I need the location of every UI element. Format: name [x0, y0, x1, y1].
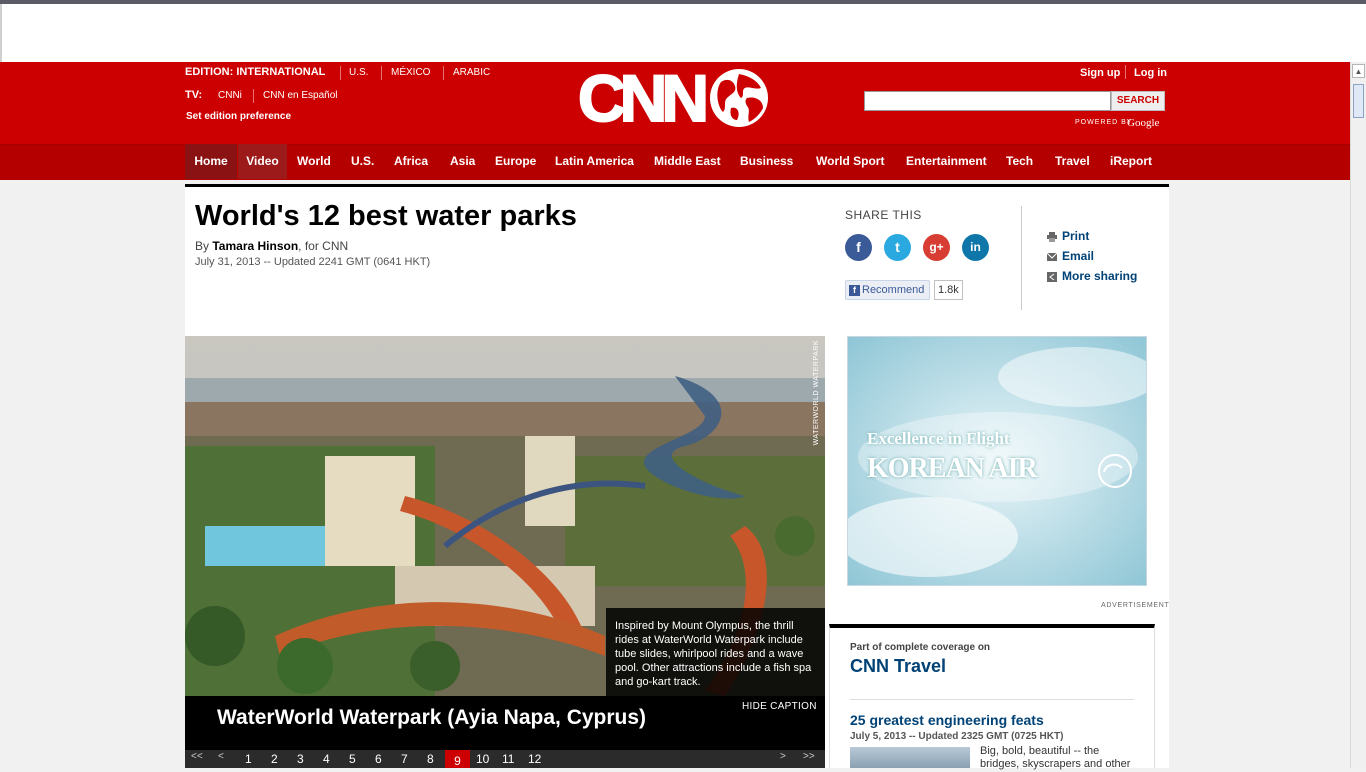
pager-page[interactable]: 6: [375, 752, 382, 766]
nav-tech[interactable]: Tech: [998, 144, 1041, 179]
korean-air-taegeuk-icon: [1098, 454, 1132, 488]
recommend-count: 1.8k: [934, 280, 963, 300]
nav-europe[interactable]: Europe: [487, 144, 544, 179]
photo-title: WaterWorld Waterpark (Ayia Napa, Cyprus): [217, 706, 647, 729]
share-divider: [1021, 206, 1022, 310]
pager-page[interactable]: 7: [401, 752, 408, 766]
nav-latin-america[interactable]: Latin America: [547, 144, 642, 179]
pager-page[interactable]: 5: [349, 752, 356, 766]
nav-asia[interactable]: Asia: [442, 144, 483, 179]
pager-page[interactable]: 8: [427, 752, 434, 766]
linkedin-icon[interactable]: in: [962, 234, 989, 261]
divider: [253, 89, 254, 103]
tv-cnni-link[interactable]: CNNi: [218, 90, 242, 101]
nav-world[interactable]: World: [289, 144, 339, 179]
divider: [340, 66, 341, 80]
pager-last-icon[interactable]: >>: [803, 751, 815, 762]
search-button[interactable]: SEARCH: [1111, 91, 1165, 111]
tv-label: TV:: [185, 89, 203, 101]
ad-brand: KOREAN AIR: [867, 453, 1038, 484]
print-icon: [1047, 232, 1057, 242]
pager-page[interactable]: 12: [528, 752, 541, 766]
browser-chrome-area: [0, 4, 1366, 62]
email-icon: [1047, 252, 1057, 261]
pager-page[interactable]: 11: [502, 752, 514, 766]
twitter-icon[interactable]: t: [884, 234, 911, 261]
recommend-label: Recommend: [862, 284, 925, 296]
byline: By Tamara Hinson, for CNN: [195, 239, 348, 253]
more-sharing-link[interactable]: More sharing: [1062, 269, 1137, 283]
nav-business[interactable]: Business: [732, 144, 801, 179]
sign-up-link[interactable]: Sign up: [1080, 67, 1120, 79]
korean-air-ad[interactable]: Excellence in Flight KOREAN AIR: [847, 336, 1147, 586]
coverage-divider: [850, 699, 1134, 700]
edition-arabic-link[interactable]: ARABIC: [453, 67, 490, 78]
edition-selector[interactable]: EDITION: INTERNATIONAL: [185, 66, 325, 78]
scroll-thumb[interactable]: [1353, 84, 1364, 118]
nav-ireport[interactable]: iReport: [1102, 144, 1160, 179]
more-sharing-icon: [1047, 272, 1057, 282]
print-link[interactable]: Print: [1062, 229, 1089, 243]
facebook-icon[interactable]: f: [845, 234, 872, 261]
nav-home[interactable]: Home: [185, 144, 237, 179]
nav-africa[interactable]: Africa: [386, 144, 436, 179]
coverage-title-link[interactable]: CNN Travel: [850, 656, 946, 677]
edition-label: EDITION:: [185, 66, 234, 78]
pager-page[interactable]: 3: [297, 752, 304, 766]
nav-us[interactable]: U.S.: [343, 144, 382, 179]
pager-prev-icon[interactable]: <: [218, 751, 224, 762]
google-plus-icon[interactable]: g+: [923, 234, 950, 261]
story-thumbnail[interactable]: [850, 747, 970, 768]
powered-by-label: POWERED BY: [1075, 119, 1133, 126]
author-suffix: , for CNN: [298, 239, 349, 253]
edition-current[interactable]: INTERNATIONAL: [236, 66, 325, 78]
nav-travel[interactable]: Travel: [1047, 144, 1098, 179]
photo-credit: WATERWORLD WATERPARK: [813, 340, 820, 446]
set-edition-preference-link[interactable]: Set edition preference: [186, 111, 291, 122]
facebook-small-icon: f: [849, 285, 860, 296]
edition-mexico-link[interactable]: MÉXICO: [391, 67, 430, 78]
article-date: July 31, 2013 -- Updated 2241 GMT (0641 …: [195, 256, 431, 268]
nav-entertainment[interactable]: Entertainment: [898, 144, 995, 179]
divider: [1125, 65, 1126, 79]
pager-next-icon[interactable]: >: [780, 751, 786, 762]
nav-middle-east[interactable]: Middle East: [646, 144, 729, 179]
story-title-link[interactable]: 25 greatest engineering feats: [850, 712, 1044, 728]
facebook-recommend-button[interactable]: f Recommend: [845, 280, 931, 300]
tv-cnn-espanol-link[interactable]: CNN en Español: [263, 90, 337, 101]
pager-first-icon[interactable]: <<: [191, 751, 203, 762]
cnn-logo[interactable]: CNN: [577, 60, 710, 136]
globe-logo-icon: [710, 69, 768, 127]
byline-prefix: By: [195, 239, 210, 253]
page-scrollbar[interactable]: ▲: [1350, 62, 1366, 768]
article-title: World's 12 best water parks: [195, 200, 577, 232]
advertisement-label: ADVERTISEMENT: [1101, 602, 1170, 609]
pager-page-current[interactable]: 9: [445, 750, 470, 768]
divider: [381, 66, 382, 80]
pager-page[interactable]: 10: [476, 752, 489, 766]
email-link[interactable]: Email: [1062, 249, 1094, 263]
edition-us-link[interactable]: U.S.: [349, 67, 368, 78]
nav-world-sport[interactable]: World Sport: [808, 144, 892, 179]
ad-tagline: Excellence in Flight: [867, 429, 1010, 448]
google-logo: Google: [1127, 117, 1160, 129]
scroll-up-arrow-icon[interactable]: ▲: [1352, 64, 1365, 78]
story-summary: Big, bold, beautiful -- the bridges, sky…: [980, 745, 1131, 770]
search-input[interactable]: [864, 91, 1111, 111]
pager-page[interactable]: 4: [323, 752, 330, 766]
hide-caption-button[interactable]: HIDE CAPTION: [742, 701, 817, 712]
pager-page[interactable]: 2: [271, 752, 278, 766]
story-date: July 5, 2013 -- Updated 2325 GMT (0725 H…: [850, 731, 1064, 742]
photo-caption: Inspired by Mount Olympus, the thrill ri…: [606, 608, 825, 696]
nav-video[interactable]: Video: [238, 144, 287, 179]
divider: [443, 66, 444, 80]
share-title: SHARE THIS: [845, 208, 922, 222]
author-link[interactable]: Tamara Hinson: [212, 239, 298, 253]
pager-page[interactable]: 1: [245, 752, 252, 766]
log-in-link[interactable]: Log in: [1134, 67, 1167, 79]
coverage-small-label: Part of complete coverage on: [850, 642, 991, 653]
